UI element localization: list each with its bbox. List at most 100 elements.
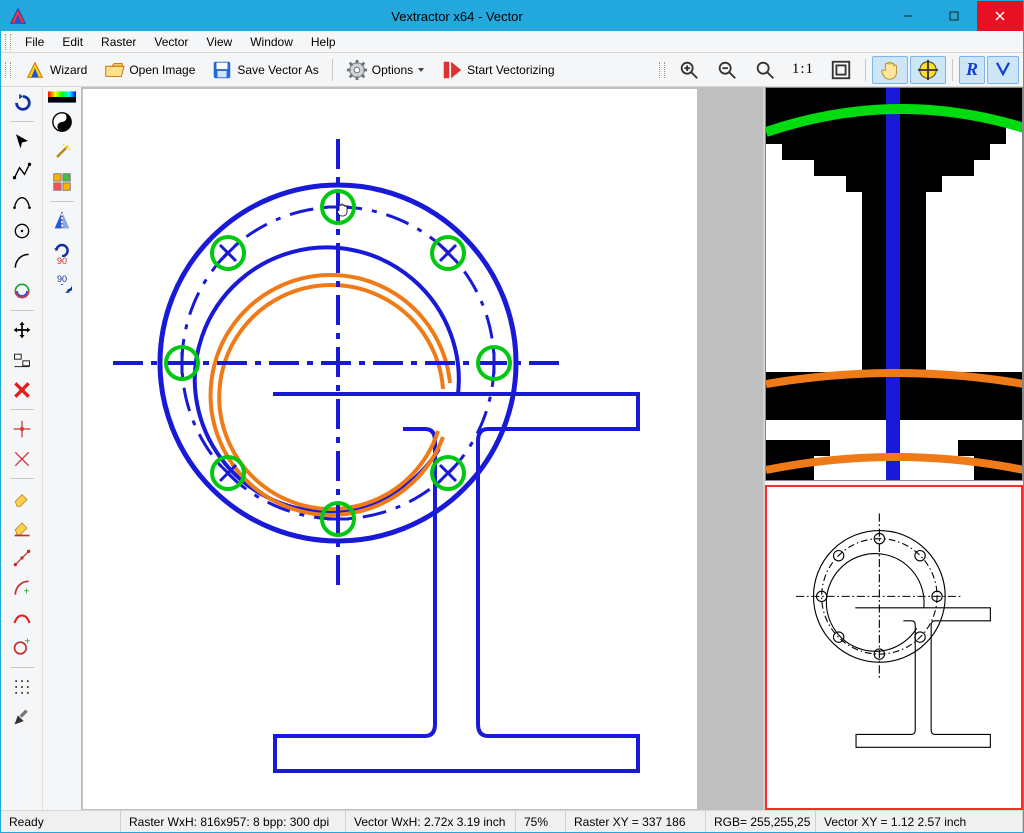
menu-edit[interactable]: Edit xyxy=(54,33,91,51)
delete-button[interactable] xyxy=(9,377,35,403)
crosshair-target-button[interactable] xyxy=(910,56,946,84)
wizard-label: Wizard xyxy=(50,63,87,77)
zoom-in-button[interactable] xyxy=(671,56,707,84)
r-layer-label: R xyxy=(966,59,978,80)
flip-horizontal-button[interactable] xyxy=(49,208,75,234)
svg-text:+: + xyxy=(24,638,30,648)
rotate-cw-button[interactable]: 90 xyxy=(49,238,75,268)
status-ready: Ready xyxy=(1,811,121,832)
undo-button[interactable] xyxy=(9,89,35,115)
options-dropdown-icon[interactable] xyxy=(417,66,425,74)
trace-button[interactable] xyxy=(9,605,35,631)
vector-layer-button[interactable] xyxy=(987,56,1019,84)
zoom-out-button[interactable] xyxy=(709,56,745,84)
magnifier-pane[interactable] xyxy=(765,87,1023,481)
menu-file[interactable]: File xyxy=(17,33,52,51)
fit-screen-button[interactable] xyxy=(823,56,859,84)
select-button[interactable] xyxy=(9,128,35,154)
circle-add-button[interactable]: + xyxy=(9,635,35,661)
wand-button[interactable] xyxy=(49,139,75,165)
menu-window[interactable]: Window xyxy=(242,33,301,51)
menubar: File Edit Raster Vector View Window Help xyxy=(1,31,1023,53)
crosshair-target-icon xyxy=(917,59,939,81)
start-vectorizing-label: Start Vectorizing xyxy=(467,63,554,77)
spiral-button[interactable] xyxy=(9,278,35,304)
rotate-ccw-label: 90 xyxy=(57,275,67,284)
main-toolbar: Wizard Open Image Save Vector As Options… xyxy=(1,53,1023,87)
hand-tool-button[interactable] xyxy=(872,56,908,84)
status-raster-xy: Raster XY = 337 186 xyxy=(566,811,706,832)
titlebar: Vextractor x64 - Vector xyxy=(1,1,1023,31)
rotate-cw-label: 90 xyxy=(57,257,67,266)
save-vector-label: Save Vector As xyxy=(237,63,318,77)
raster-layer-button[interactable]: R xyxy=(959,56,985,84)
save-vector-as-button[interactable]: Save Vector As xyxy=(204,56,325,84)
overview-pane[interactable] xyxy=(765,485,1023,810)
window-title: Vextractor x64 - Vector xyxy=(29,9,885,24)
menu-help[interactable]: Help xyxy=(303,33,344,51)
save-icon xyxy=(211,59,233,81)
window-buttons xyxy=(885,1,1023,31)
zoom-in-icon xyxy=(678,59,700,81)
content-area: + + 90 90 xyxy=(1,87,1023,810)
status-raster: Raster WxH: 816x957: 8 bpp: 300 dpi xyxy=(121,811,346,832)
toolbar-grip2-icon xyxy=(659,62,665,78)
status-zoom: 75% xyxy=(516,811,566,832)
drawing-surface[interactable] xyxy=(83,89,697,809)
menu-view[interactable]: View xyxy=(198,33,240,51)
statusbar: Ready Raster WxH: 816x957: 8 bpp: 300 dp… xyxy=(1,810,1023,832)
menu-vector[interactable]: Vector xyxy=(146,33,196,51)
zoom-1to1-button[interactable]: 1:1 xyxy=(785,56,821,84)
move-button[interactable] xyxy=(9,317,35,343)
toolbar-separator xyxy=(332,59,333,81)
status-vector: Vector WxH: 2.72x 3.19 inch xyxy=(346,811,516,832)
polyline-button[interactable] xyxy=(9,158,35,184)
gear-icon xyxy=(346,59,368,81)
menu-raster[interactable]: Raster xyxy=(93,33,144,51)
open-image-label: Open Image xyxy=(129,63,195,77)
diagonal-button[interactable] xyxy=(9,446,35,472)
toolbar-grip-icon xyxy=(5,62,11,78)
grid-button[interactable] xyxy=(9,674,35,700)
crosshair-button[interactable] xyxy=(9,416,35,442)
canvas-area xyxy=(81,87,1023,810)
threshold-button[interactable] xyxy=(49,109,75,135)
raster-toolbar: 90 90 xyxy=(43,87,81,810)
options-label: Options xyxy=(372,63,413,77)
swatch-button[interactable] xyxy=(49,169,75,195)
status-vector-xy: Vector XY = 1.12 2.57 inch xyxy=(816,811,1023,832)
wizard-icon xyxy=(24,59,46,81)
menu-grip-icon xyxy=(5,34,11,50)
measure-button[interactable] xyxy=(9,545,35,571)
pen-button[interactable] xyxy=(9,704,35,730)
wizard-button[interactable]: Wizard xyxy=(17,56,94,84)
preview-panel xyxy=(763,87,1023,810)
fit-screen-icon xyxy=(830,59,852,81)
main-canvas[interactable] xyxy=(81,87,763,810)
arc-add-button[interactable]: + xyxy=(9,575,35,601)
align-button[interactable] xyxy=(9,347,35,373)
maximize-button[interactable] xyxy=(931,1,977,31)
app-window: Vextractor x64 - Vector File Edit Raster… xyxy=(0,0,1024,833)
rotate-ccw-button[interactable]: 90 xyxy=(49,272,75,302)
app-icon xyxy=(7,5,29,27)
color-bar-button[interactable] xyxy=(47,89,77,105)
zoom-area-icon xyxy=(754,59,776,81)
close-button[interactable] xyxy=(977,1,1023,31)
erase-line-button[interactable] xyxy=(9,515,35,541)
toolbar-separator2 xyxy=(865,59,866,81)
play-icon xyxy=(441,59,463,81)
arc-button[interactable] xyxy=(9,248,35,274)
open-image-button[interactable]: Open Image xyxy=(96,56,202,84)
erase-button[interactable] xyxy=(9,485,35,511)
curve-button[interactable] xyxy=(9,188,35,214)
svg-text:+: + xyxy=(23,587,29,598)
start-vectorizing-button[interactable]: Start Vectorizing xyxy=(434,56,561,84)
status-rgb: RGB= 255,255,25 xyxy=(706,811,816,832)
zoom-area-button[interactable] xyxy=(747,56,783,84)
zoom-out-icon xyxy=(716,59,738,81)
circle-button[interactable] xyxy=(9,218,35,244)
hand-tool-icon xyxy=(879,59,901,81)
options-button[interactable]: Options xyxy=(339,56,432,84)
minimize-button[interactable] xyxy=(885,1,931,31)
